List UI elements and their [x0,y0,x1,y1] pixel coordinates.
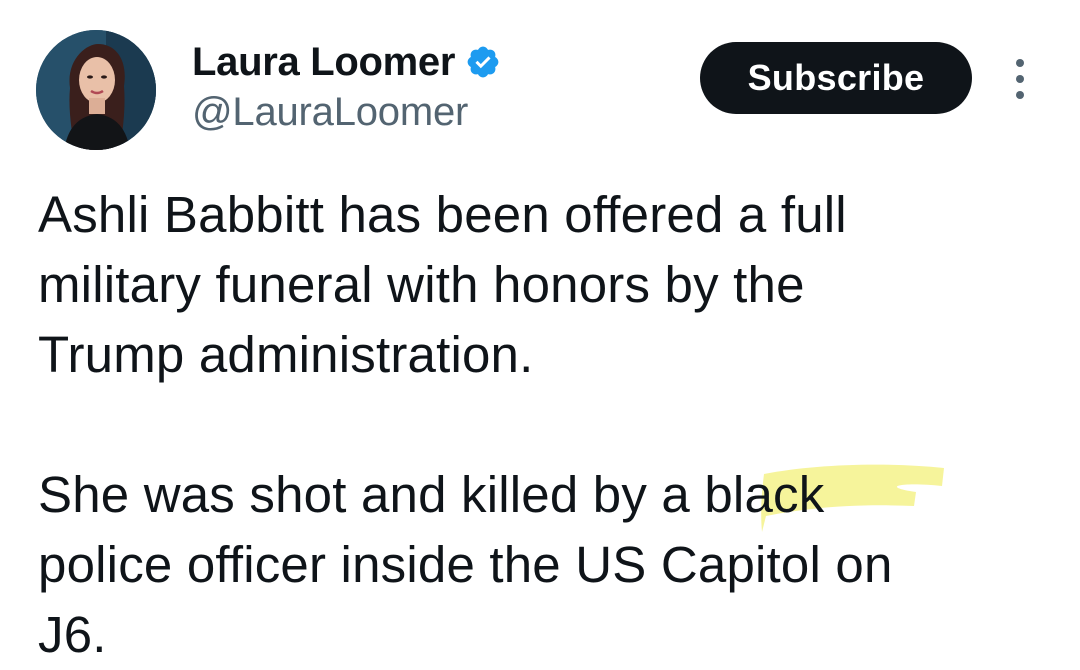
tweet-line: Ashli Babbitt has been offered a full [38,186,847,243]
tweet-line: She was shot and killed by a black [38,466,825,523]
tweet-line: Trump administration. [38,326,534,383]
author-name-row: Laura Loomer [192,36,501,88]
verified-badge-icon [467,46,499,78]
more-vertical-icon[interactable] [1008,56,1032,102]
avatar[interactable] [36,30,156,150]
tweet-line: J6. [38,606,107,663]
tweet: Laura Loomer @LauraLoomer Subscribe Ashl… [0,0,1080,663]
tweet-paragraph-1: Ashli Babbitt has been offered a full mi… [38,180,1058,390]
avatar-photo [36,30,156,150]
tweet-paragraph-2: She was shot and killed by a black polic… [38,460,1058,670]
subscribe-button[interactable]: Subscribe [700,42,972,114]
tweet-text: Ashli Babbitt has been offered a full mi… [38,180,1058,670]
tweet-line: police officer inside the US Capitol on [38,536,893,593]
author-display-name[interactable]: Laura Loomer [192,40,455,85]
tweet-line: military funeral with honors by the [38,256,805,313]
author-handle[interactable]: @LauraLoomer [192,90,468,135]
